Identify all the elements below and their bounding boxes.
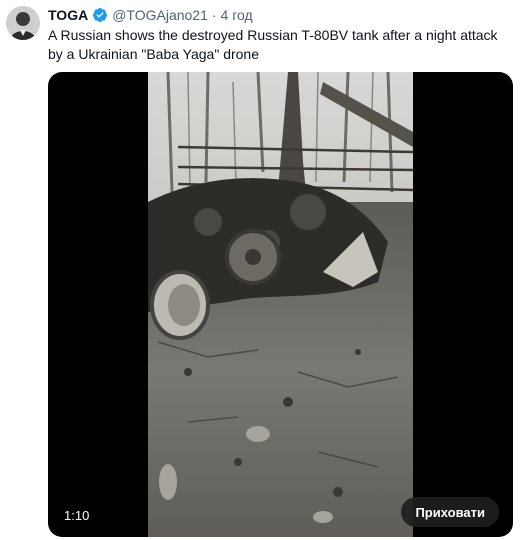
video-frame[interactable] [148, 72, 413, 537]
verified-badge-icon [92, 7, 108, 23]
separator-dot: · [211, 7, 217, 23]
video-player[interactable]: 1:10 Приховати [48, 72, 513, 537]
avatar[interactable] [6, 6, 40, 40]
tweet-header: TOGA @TOGAjano21 · 4 год [48, 6, 253, 24]
author-handle[interactable]: @TOGAjano21 [112, 7, 208, 23]
hide-media-button[interactable]: Приховати [401, 497, 499, 527]
video-duration: 1:10 [64, 508, 90, 523]
tweet: TOGA @TOGAjano21 · 4 год A Russian shows… [0, 0, 520, 540]
author-name[interactable]: TOGA [48, 7, 88, 23]
tweet-text: A Russian shows the destroyed Russian T-… [48, 27, 498, 62]
timestamp[interactable]: 4 год [221, 7, 253, 23]
